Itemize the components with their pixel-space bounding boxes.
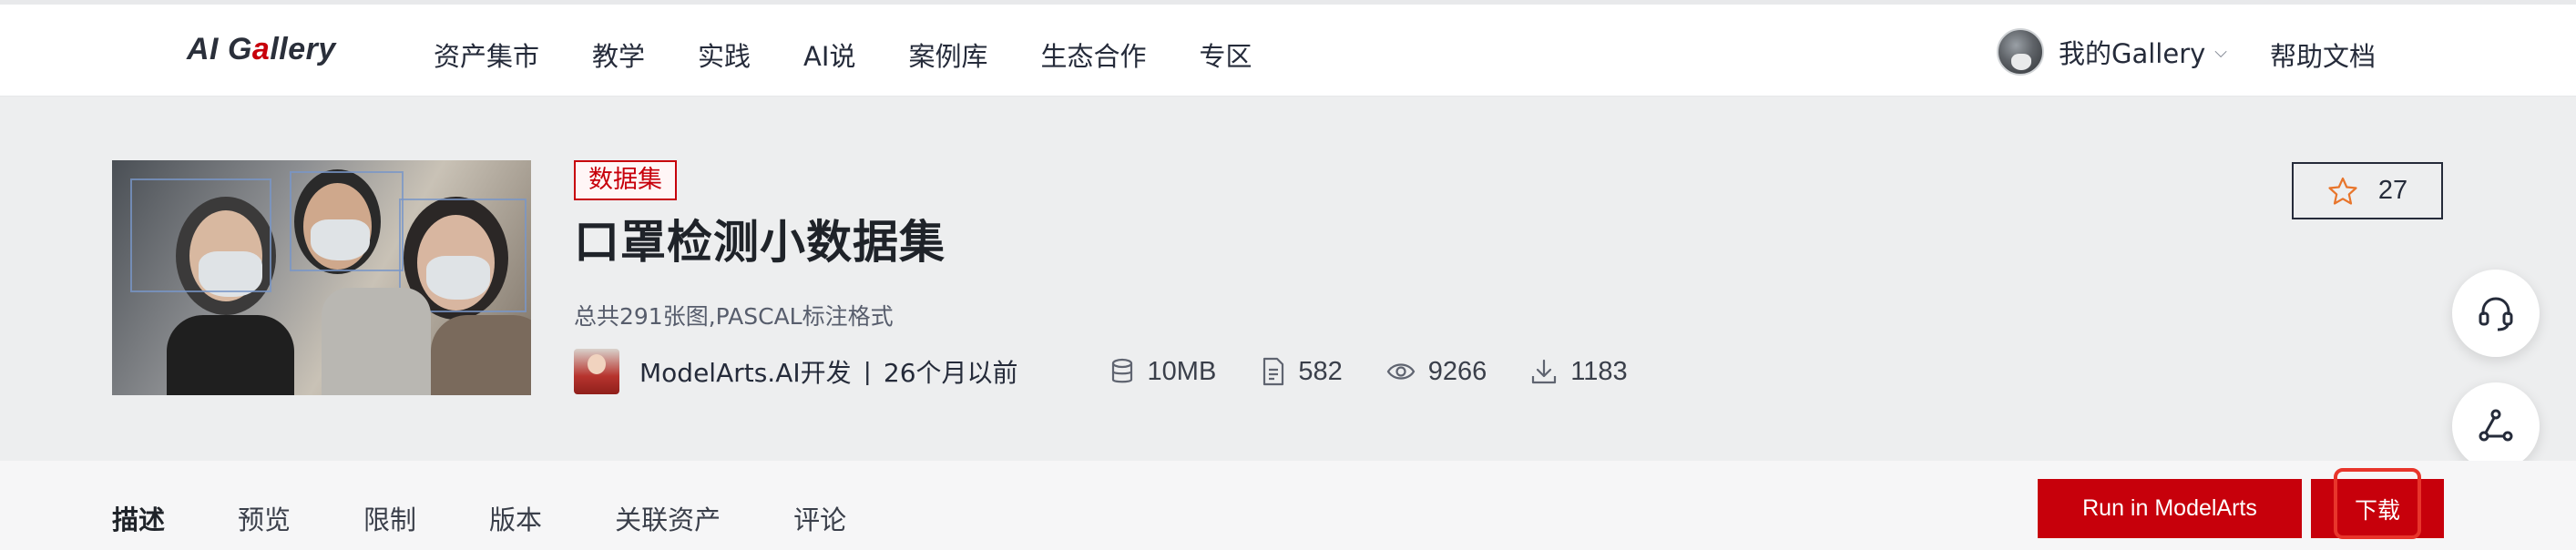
- views-stat: 9266: [1386, 357, 1487, 387]
- download-button[interactable]: 下载: [2311, 479, 2444, 538]
- favorite-button[interactable]: 27: [2292, 162, 2443, 219]
- help-docs-link[interactable]: 帮助文档: [2270, 36, 2376, 74]
- star-icon[interactable]: [2327, 177, 2358, 206]
- run-in-modelarts-button[interactable]: Run in ModelArts: [2038, 479, 2302, 538]
- size-value: 10MB: [1147, 356, 1217, 386]
- dataset-thumbnail: [112, 160, 531, 395]
- share-button[interactable]: [2452, 382, 2540, 470]
- nav-item-zone[interactable]: 专区: [1199, 36, 1252, 74]
- meta-separator: |: [864, 357, 871, 385]
- tab-restrictions[interactable]: 限制: [363, 499, 416, 537]
- downloads-value: 1183: [1570, 356, 1628, 386]
- asset-title: 口罩检测小数据集: [574, 216, 946, 269]
- headset-icon[interactable]: [2476, 293, 2516, 333]
- files-stat: 582: [1262, 356, 1343, 387]
- tab-preview[interactable]: 预览: [238, 499, 291, 537]
- asset-description: 总共291张图,PASCAL标注格式: [574, 303, 894, 330]
- views-value: 9266: [1427, 356, 1487, 386]
- tab-comments[interactable]: 评论: [793, 499, 846, 537]
- publish-time: 26个月以前: [883, 358, 1018, 388]
- main-nav: 资产集市 教学 实践 AI说 案例库 生态合作 专区: [434, 36, 1305, 74]
- nav-item-practice[interactable]: 实践: [698, 36, 751, 74]
- files-value: 582: [1298, 356, 1343, 386]
- logo[interactable]: AI Gallery: [187, 32, 336, 67]
- user-menu[interactable]: 我的Gallery ⌵: [1997, 28, 2227, 76]
- database-icon: [1111, 358, 1132, 383]
- file-icon: [1263, 357, 1284, 386]
- nav-item-case-library[interactable]: 案例库: [908, 36, 987, 74]
- downloads-stat: 1183: [1530, 356, 1628, 387]
- download-icon: [1532, 359, 1557, 384]
- customer-service-button[interactable]: [2452, 270, 2540, 357]
- author-name[interactable]: ModelArts.AI开发: [639, 353, 852, 390]
- nav-item-teaching[interactable]: 教学: [592, 36, 645, 74]
- favorite-count: 27: [2377, 176, 2408, 205]
- author-avatar[interactable]: [574, 349, 619, 394]
- tab-related-assets[interactable]: 关联资产: [615, 499, 721, 537]
- tab-versions[interactable]: 版本: [489, 499, 542, 537]
- top-navbar: AI Gallery 资产集市 教学 实践 AI说 案例库 生态合作 专区 我的…: [0, 0, 2576, 97]
- asset-meta-row: ModelArts.AI开发 | 26个月以前 10MB 582 9266 11…: [574, 348, 1628, 395]
- share-nodes-icon[interactable]: [2476, 406, 2516, 446]
- eye-icon: [1386, 363, 1415, 380]
- user-menu-label[interactable]: 我的Gallery: [2059, 33, 2205, 71]
- detail-tabs: 描述 预览 限制 版本 关联资产 评论: [112, 499, 919, 537]
- chevron-down-icon[interactable]: ⌵: [2214, 43, 2227, 62]
- avatar[interactable]: [1997, 28, 2044, 76]
- nav-item-asset-market[interactable]: 资产集市: [434, 36, 539, 74]
- nav-item-ecosystem[interactable]: 生态合作: [1040, 36, 1146, 74]
- size-stat: 10MB: [1109, 356, 1217, 387]
- detail-tab-bar: 描述 预览 限制 版本 关联资产 评论 Run in ModelArts 下载: [0, 461, 2576, 550]
- tab-description[interactable]: 描述: [112, 499, 165, 537]
- nav-item-ai-talk[interactable]: AI说: [803, 36, 855, 74]
- asset-type-badge: 数据集: [574, 160, 677, 200]
